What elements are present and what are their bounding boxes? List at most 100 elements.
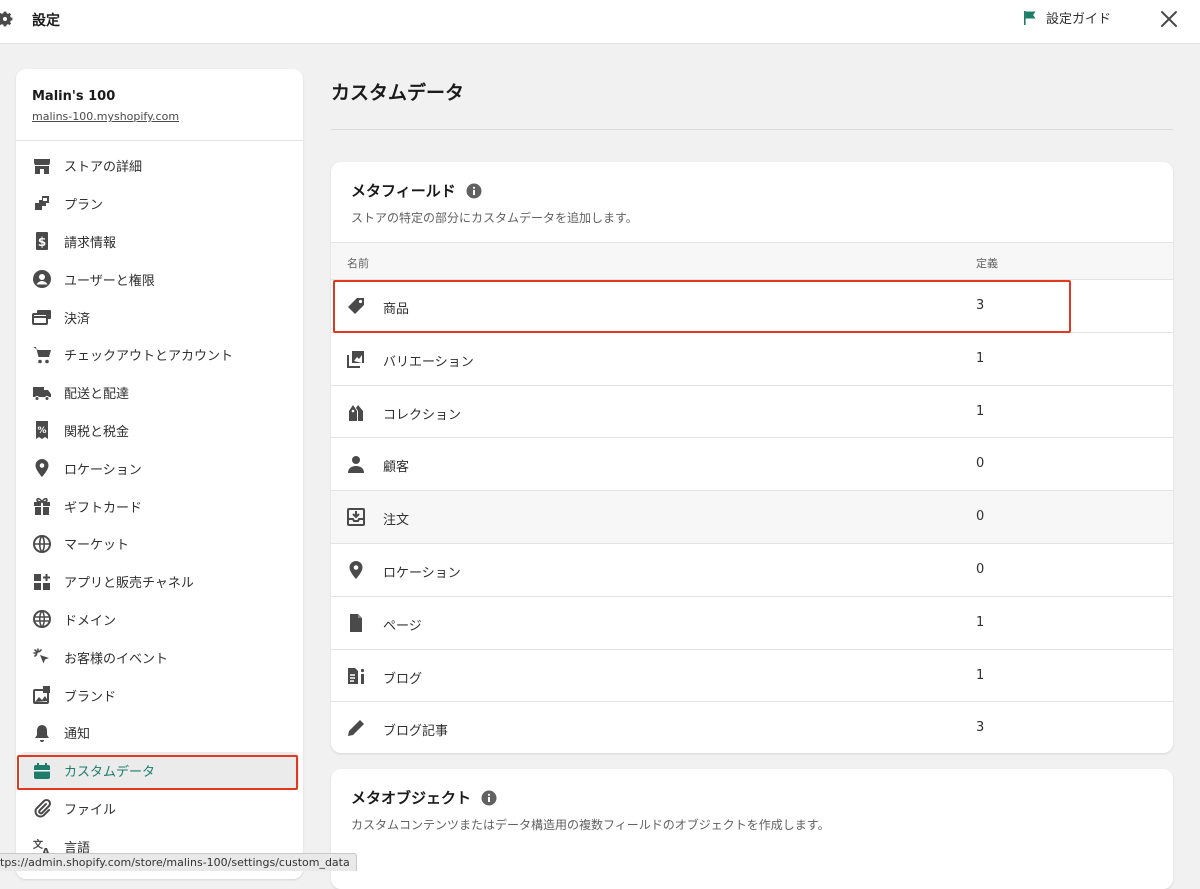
metafields-title: メタフィールド (351, 180, 1153, 201)
table-row-locations[interactable]: ロケーション 0 (331, 544, 1173, 597)
sidebar-item-custom-data[interactable]: カスタムデータ (20, 751, 299, 790)
sidebar-item-label: ユーザーと権限 (64, 273, 155, 289)
billing-icon: $ (32, 231, 52, 251)
pencil-icon (345, 717, 367, 739)
column-header-definitions: 定義 (976, 257, 998, 270)
page-header-title: 設定 (32, 13, 60, 29)
table-row-pages[interactable]: ページ 1 (331, 596, 1173, 650)
tag-icon (345, 295, 367, 317)
location-pin-icon (32, 458, 52, 478)
table-row-collections[interactable]: コレクション 1 (331, 385, 1173, 439)
table-header: 名前 定義 (331, 242, 1173, 280)
person-icon (345, 453, 367, 475)
gift-icon (32, 496, 52, 516)
sidebar-item-billing[interactable]: $ 請求情報 (16, 223, 303, 261)
sidebar-item-domains[interactable]: ドメイン (16, 601, 303, 639)
apps-icon (32, 572, 52, 592)
column-header-name: 名前 (347, 257, 369, 270)
close-icon[interactable] (1158, 8, 1180, 30)
row-count: 1 (976, 350, 985, 366)
sidebar-item-taxes[interactable]: % 関税と税金 (16, 412, 303, 450)
sidebar-item-users[interactable]: ユーザーと権限 (16, 260, 303, 298)
row-label: コレクション (383, 407, 462, 423)
gear-icon (0, 11, 13, 27)
truck-icon (32, 383, 52, 403)
sidebar-item-label: カスタムデータ (64, 765, 156, 781)
table-row-products[interactable]: 商品 3 (331, 280, 1173, 333)
metafields-title-text: メタフィールド (351, 182, 456, 200)
sidebar-nav: ストアの詳細 プラン $ 請求情報 ユーザーと権限 決済 チェックアウトとアカウ… (16, 141, 303, 865)
row-count: 0 (976, 509, 985, 525)
metafields-description: ストアの特定の部分にカスタムデータを追加します。 (351, 211, 638, 225)
sidebar-item-notifications[interactable]: 通知 (16, 714, 303, 752)
market-globe-icon (32, 534, 52, 554)
store-url-link[interactable]: malins-100.myshopify.com (32, 110, 287, 123)
info-icon[interactable] (466, 183, 482, 199)
row-count: 3 (976, 298, 985, 313)
setup-guide-button[interactable]: 設定ガイド (1022, 8, 1111, 27)
sidebar-item-payments[interactable]: 決済 (16, 298, 303, 336)
location-pin-icon (345, 559, 367, 581)
sidebar-item-shipping[interactable]: 配送と配達 (16, 374, 303, 412)
browser-status-url: tps://admin.shopify.com/store/malins-100… (0, 853, 357, 871)
table-row-customers[interactable]: 顧客 0 (331, 438, 1173, 492)
page-icon (345, 612, 367, 634)
table-row-blogs[interactable]: ブログ 1 (331, 649, 1173, 703)
sidebar-item-brand[interactable]: ブランド (16, 676, 303, 714)
sidebar-item-label: 通知 (64, 727, 91, 743)
sidebar-item-store-details[interactable]: ストアの詳細 (16, 147, 303, 185)
store-icon (32, 156, 52, 176)
tax-receipt-icon: % (32, 420, 52, 440)
svg-text:$: $ (38, 235, 46, 249)
store-name: Malin's 100 (32, 89, 116, 104)
table-row-variants[interactable]: バリエーション 1 (331, 332, 1173, 386)
globe-icon (32, 609, 52, 629)
plan-icon (32, 194, 52, 214)
metaobjects-title-text: メタオブジェクト (351, 789, 472, 807)
sidebar-item-markets[interactable]: マーケット (16, 525, 303, 563)
sidebar-item-label: ロケーション (64, 462, 142, 478)
order-inbox-icon (345, 506, 367, 528)
collection-tags-icon (345, 401, 367, 423)
sidebar-item-locations[interactable]: ロケーション (16, 449, 303, 487)
row-label: 商品 (383, 302, 410, 317)
sidebar-item-customer-events[interactable]: お客様のイベント (16, 638, 303, 676)
paperclip-icon (32, 798, 52, 818)
row-count: 1 (976, 403, 985, 419)
setup-guide-label: 設定ガイド (1046, 12, 1112, 27)
top-bar: 設定 設定ガイド (0, 0, 1200, 44)
metaobjects-card: メタオブジェクト カスタムコンテンツまたはデータ構造用の複数フィールドのオブジェ… (331, 769, 1173, 889)
sidebar-item-label: お客様のイベント (64, 651, 169, 667)
sidebar-item-label: マーケット (64, 538, 130, 554)
row-label: ページ (383, 618, 422, 634)
cursor-click-icon (32, 647, 52, 667)
info-icon[interactable] (481, 790, 497, 806)
row-count: 3 (976, 720, 985, 736)
sidebar-item-label: アプリと販売チャネル (64, 576, 194, 592)
metaobjects-description: カスタムコンテンツまたはデータ構造用の複数フィールドのオブジェクトを作成します。 (351, 818, 830, 832)
sidebar-item-checkout[interactable]: チェックアウトとアカウント (16, 336, 303, 374)
variants-icon (345, 348, 367, 370)
store-header: Malin's 100 malins-100.myshopify.com (16, 69, 303, 141)
custom-data-icon (32, 761, 52, 781)
sidebar-item-files[interactable]: ファイル (16, 790, 303, 828)
row-label: ブログ (383, 671, 423, 687)
sidebar-item-gift-cards[interactable]: ギフトカード (16, 487, 303, 525)
sidebar-item-label: ギフトカード (64, 500, 143, 516)
table-row-blog-posts[interactable]: ブログ記事 3 (331, 702, 1173, 753)
cart-icon (32, 345, 52, 365)
blog-icon (345, 665, 367, 687)
user-circle-icon (32, 269, 52, 289)
sidebar-item-plan[interactable]: プラン (16, 185, 303, 223)
sidebar-item-label: 配送と配達 (64, 387, 130, 403)
metaobjects-title: メタオブジェクト (351, 787, 1153, 808)
row-label: 注文 (383, 513, 410, 529)
row-label: ブログ記事 (383, 724, 449, 740)
sidebar-item-label: 請求情報 (64, 235, 117, 251)
table-row-orders[interactable]: 注文 0 (331, 491, 1173, 544)
sidebar-item-label: 関税と税金 (64, 424, 130, 440)
bell-icon (32, 723, 52, 743)
sidebar-item-apps[interactable]: アプリと販売チャネル (16, 563, 303, 601)
sidebar-item-label: チェックアウトとアカウント (64, 349, 234, 365)
sidebar-item-label: 決済 (64, 311, 91, 327)
